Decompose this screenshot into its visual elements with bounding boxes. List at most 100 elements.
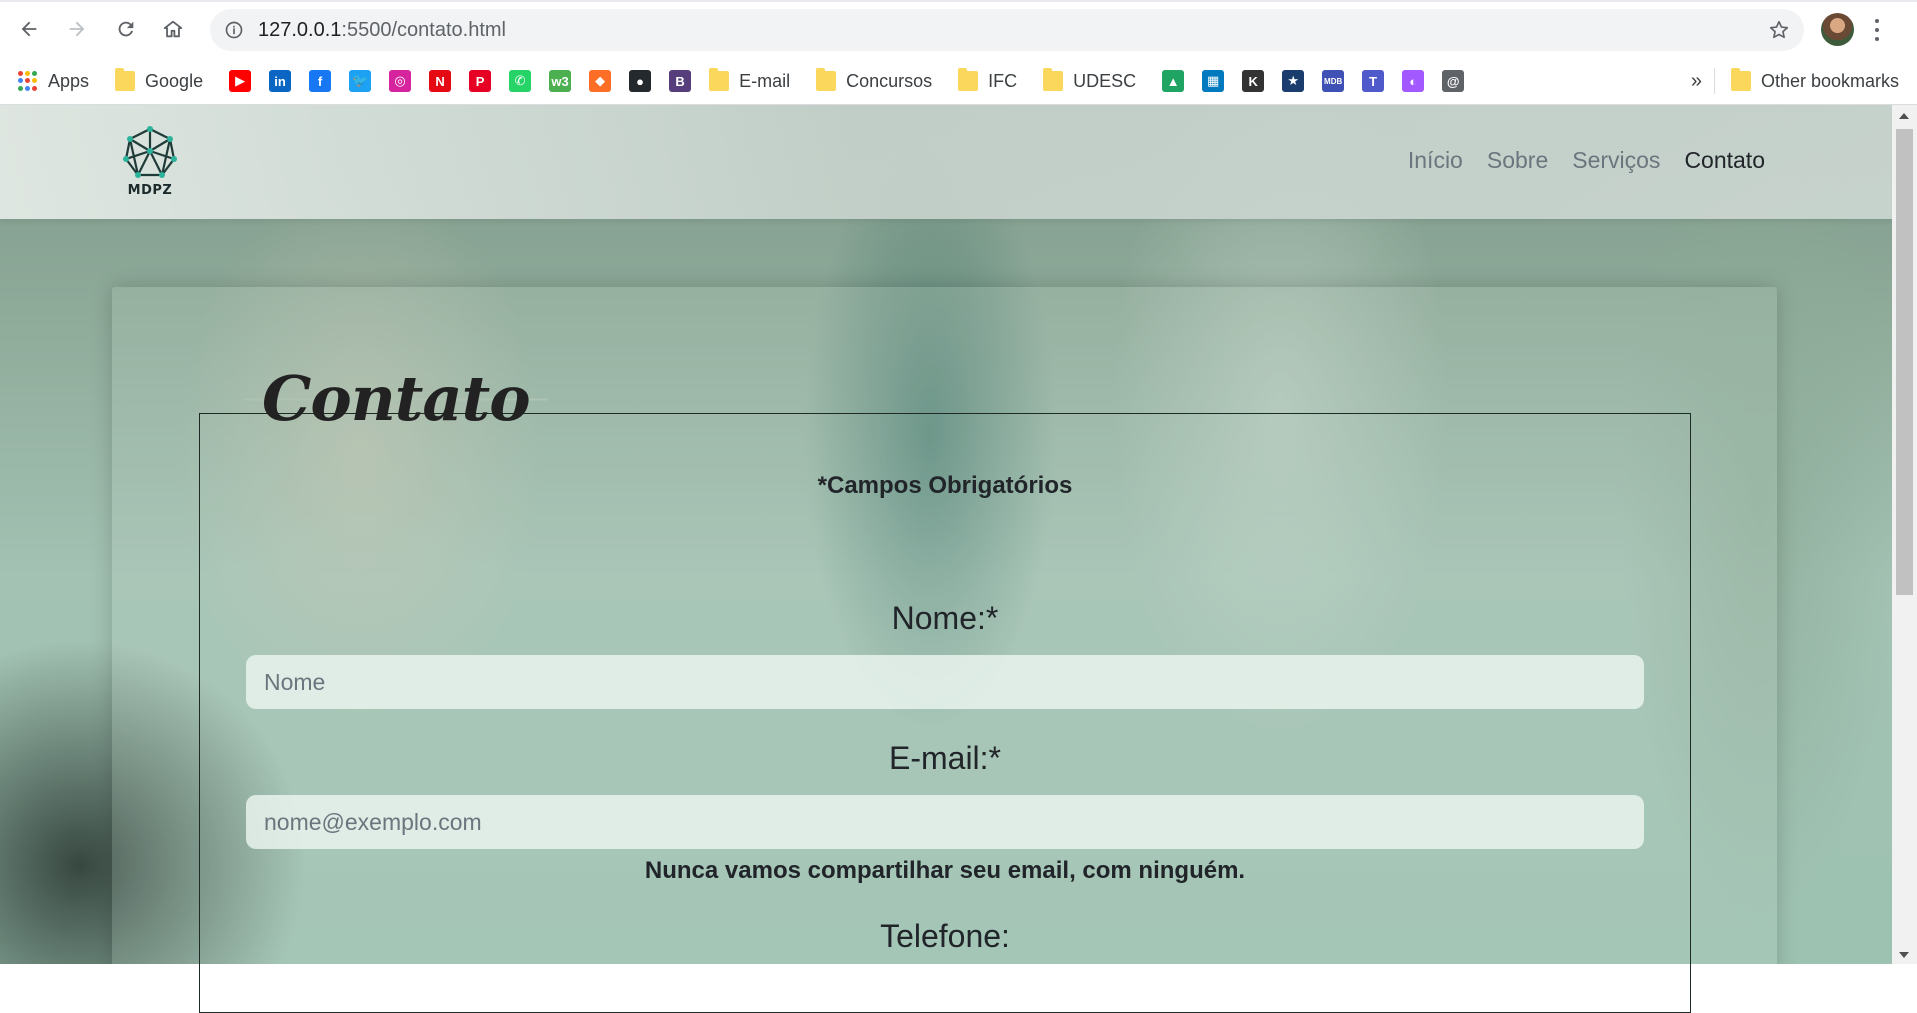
bookmark-label: Concursos [846,70,933,91]
browser-menu-button[interactable] [1872,16,1882,44]
folder-icon [115,68,136,91]
info-icon [225,21,243,39]
scrollbar-thumb[interactable] [1896,129,1913,595]
reload-icon [118,21,134,37]
bookmark-whatsapp[interactable]: ✆ [509,58,532,104]
logo-text: MDPZ [127,183,173,198]
bookmark-google-drive[interactable]: ▲ [1162,58,1185,104]
folder-icon [709,68,730,91]
bookmark-bootstrap[interactable]: B [669,58,692,104]
bookmark-facebook[interactable]: f [309,58,332,104]
bookmark-folder[interactable]: IFC [958,58,1017,104]
bookmarks-overflow-button[interactable]: » [1691,70,1702,93]
profile-avatar[interactable] [1821,13,1854,46]
bookmark-folder[interactable]: Google [115,58,203,104]
network-logo-icon [123,126,177,178]
facebook-icon: f [309,70,332,92]
instagram-icon: ◎ [389,70,412,92]
bookmark-linkedin[interactable]: in [269,58,292,104]
trello-icon: ▦ [1202,70,1225,92]
url-host: 127.0.0.1 [258,18,342,41]
folder-icon [958,68,979,91]
bookmark-twitter[interactable]: 🐦 [349,58,372,104]
nav-link-sobre[interactable]: Sobre [1487,147,1548,174]
w3schools-icon: w3 [549,70,572,92]
reload-button[interactable] [110,13,142,45]
email-label: E-mail:* [888,740,1001,776]
name-label: Nome:* [891,600,999,636]
url-path: :5500/contato.html [341,18,506,41]
home-icon [163,20,183,38]
bookmark-star-badge[interactable]: ★ [1282,58,1305,104]
bookmark-apps[interactable]: Apps [18,58,89,104]
site-logo[interactable]: MDPZ [120,125,180,205]
name-input[interactable] [246,655,1644,709]
email-help-text: Nunca vamos compartilhar seu email, com … [644,857,1246,884]
bookmark-mdb[interactable]: MDB [1322,58,1345,104]
address-bar[interactable]: 127.0.0.1:5500/contato.html [210,9,1804,51]
bookmark-trello[interactable]: ▦ [1202,58,1225,104]
bookmarks-separator [1713,68,1715,94]
pinterest-icon: P [469,70,492,92]
required-note: *Campos Obrigatórios [817,472,1073,499]
bookmark-kahoot[interactable]: K [1242,58,1265,104]
bookmark-w3schools[interactable]: w3 [549,58,572,104]
teams-icon: T [1362,70,1385,92]
bookmark-label: UDESC [1073,70,1137,91]
nav-link-inicio[interactable]: Início [1408,147,1463,174]
bookmark-folder[interactable]: E-mail [709,58,790,104]
nav-link-contato[interactable]: Contato [1684,147,1765,174]
bookmark-at-sign[interactable]: @ [1442,58,1465,104]
bookmark-folder[interactable]: UDESC [1043,58,1136,104]
linkedin-icon: in [269,70,292,92]
bookmark-star-icon[interactable] [1768,19,1790,41]
email-input[interactable] [246,795,1644,849]
arrow-left-icon [21,21,37,37]
bookmark-label: IFC [988,70,1018,91]
at-sign-icon: @ [1442,70,1465,92]
youtube-icon: ▶ [229,70,252,92]
home-button[interactable] [157,13,189,45]
netflix-icon: N [429,70,452,92]
figma-icon: ◐ [1402,70,1425,92]
other-bookmarks-label: Other bookmarks [1760,70,1899,91]
nav-link-servicos[interactable]: Serviços [1572,147,1660,174]
bookmark-label: Google [145,70,204,91]
arrow-right-icon [69,21,85,37]
phone-label: Telefone: [880,918,1010,954]
back-button[interactable] [13,13,45,45]
bookmark-instagram[interactable]: ◎ [389,58,412,104]
mdb-icon: MDB [1322,70,1345,92]
url-text: 127.0.0.1:5500/contato.html [258,19,506,42]
bookmark-folder[interactable]: Concursos [816,58,932,104]
folder-icon [1730,68,1751,91]
bookmark-github[interactable]: ● [629,58,652,104]
star-badge-icon: ★ [1282,70,1305,92]
bookmark-youtube[interactable]: ▶ [229,58,252,104]
bookmark-teams[interactable]: T [1362,58,1385,104]
contact-legend: Contato [244,362,548,435]
bootstrap-icon: B [669,70,692,92]
forward-button[interactable] [61,13,93,45]
scroll-up-arrow-icon[interactable] [1899,113,1909,119]
whatsapp-icon: ✆ [509,70,532,92]
bookmarks-bar: Apps Google ▶ in f 🐦 ◎ N P ✆ w3 ◆ ● B E-mail Concursos I… [0,58,1917,105]
folder-icon [1043,68,1064,91]
google-drive-icon: ▲ [1162,70,1185,92]
apps-grid-icon [18,71,38,91]
bookmark-label: E-mail [739,70,791,91]
bookmark-label: Apps [48,70,90,91]
scroll-down-arrow-icon[interactable] [1899,952,1909,958]
bookmark-figma[interactable]: ◐ [1402,58,1425,104]
twitter-icon: 🐦 [349,70,372,92]
github-icon: ● [629,70,652,92]
bookmark-gitlab[interactable]: ◆ [589,58,612,104]
bookmark-pinterest[interactable]: P [469,58,492,104]
folder-icon [816,68,837,91]
other-bookmarks-folder[interactable]: Other bookmarks [1730,58,1899,104]
browser-toolbar: 127.0.0.1:5500/contato.html [0,0,1917,58]
bookmark-netflix[interactable]: N [429,58,452,104]
site-header: MDPZ Início Sobre Serviços Contato [0,105,1892,219]
gitlab-icon: ◆ [589,70,612,92]
page-scrollbar[interactable] [1892,105,1917,964]
